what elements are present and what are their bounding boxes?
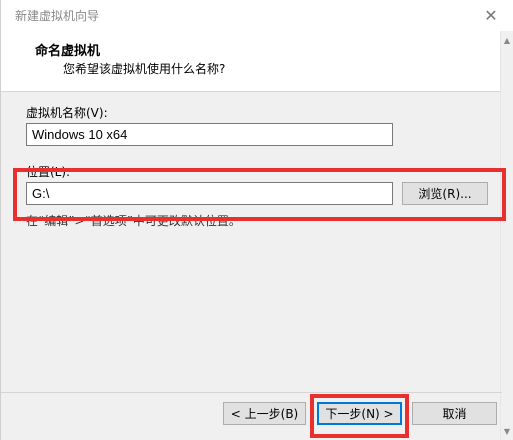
location-label: 位置(L): — [26, 165, 71, 179]
back-button[interactable]: < 上一步(B) — [223, 402, 306, 425]
wizard-header: 命名虚拟机 您希望该虚拟机使用什么名称? — [1, 31, 502, 92]
scroll-up-arrow-icon[interactable]: ▲ — [501, 33, 513, 47]
new-vm-wizard-window: 新建虚拟机向导 ✕ 命名虚拟机 您希望该虚拟机使用什么名称? ▲ ▼ 虚拟机名称… — [0, 0, 513, 440]
cancel-button[interactable]: 取消 — [412, 402, 497, 425]
window-title: 新建虚拟机向导 — [15, 9, 100, 23]
location-input[interactable] — [26, 182, 393, 205]
page-title: 命名虚拟机 — [35, 44, 101, 59]
browse-button[interactable]: 浏览(R)... — [402, 182, 488, 205]
scroll-down-arrow-icon[interactable]: ▼ — [501, 424, 513, 438]
vm-name-label: 虚拟机名称(V): — [26, 106, 108, 120]
location-hint: 在“编辑”>“首选项”中可更改默认位置。 — [26, 214, 241, 228]
title-bar: 新建虚拟机向导 ✕ — [1, 0, 513, 32]
vm-name-input[interactable] — [26, 123, 393, 146]
vertical-scrollbar[interactable]: ▲ ▼ — [500, 31, 513, 440]
close-icon: ✕ — [484, 5, 498, 25]
next-button[interactable]: 下一步(N) > — [317, 402, 402, 425]
close-button[interactable]: ✕ — [468, 0, 513, 30]
footer-divider — [1, 392, 502, 393]
page-subtitle: 您希望该虚拟机使用什么名称? — [63, 62, 226, 76]
